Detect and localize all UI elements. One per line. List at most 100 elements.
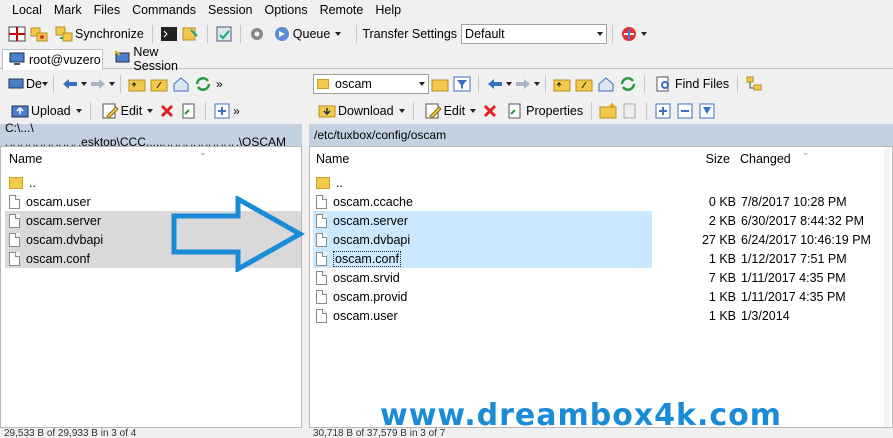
home-icon[interactable] — [597, 75, 615, 93]
table-row-selected[interactable]: oscam.server 2 KB 6/30/2017 8:44:32 PM — [313, 211, 876, 230]
queue-button[interactable]: Queue — [268, 23, 345, 45]
select-files-icon[interactable] — [213, 102, 231, 120]
more-chevron-icon[interactable]: » — [216, 77, 223, 91]
chevron-down-icon[interactable] — [109, 82, 115, 86]
menu-files[interactable]: Files — [88, 3, 126, 17]
table-row[interactable]: oscam.user 1 KB 1/3/2014 — [316, 306, 876, 325]
tab-session[interactable]: root@vuzero — [2, 49, 103, 70]
toolbar-separator — [206, 25, 208, 43]
transfer-presets-icon[interactable] — [620, 25, 638, 43]
left-path-bar[interactable]: C:\...\ ␣␣␣␣␣␣␣␣␣␣esktop\CCC.....␣␣␣␣␣␣␣… — [0, 121, 302, 149]
new-file-icon[interactable] — [621, 102, 639, 120]
select-files-icon[interactable] — [654, 102, 672, 120]
delete-icon[interactable] — [158, 102, 176, 120]
chevron-down-icon[interactable] — [534, 82, 540, 86]
chevron-down-icon — [398, 109, 405, 113]
properties-button[interactable]: Properties — [501, 100, 586, 122]
left-name-header[interactable]: Name ⌄ — [9, 147, 299, 171]
file-name: oscam.conf — [26, 251, 90, 266]
chevron-down-icon[interactable] — [81, 82, 87, 86]
left-drive-select[interactable]: De — [6, 74, 42, 94]
table-row[interactable]: oscam.ccache 0 KB 7/8/2017 10:28 PM — [316, 192, 876, 211]
chevron-down-icon — [75, 109, 82, 113]
refresh-icon[interactable] — [194, 75, 212, 93]
home-icon[interactable] — [172, 75, 190, 93]
file-size: 1 KB — [708, 251, 736, 266]
menu-local[interactable]: Local — [6, 3, 48, 17]
add-local-icon[interactable] — [8, 25, 26, 43]
toolbar-separator — [356, 25, 358, 43]
table-row-selected[interactable]: oscam.dvbapi 27 KB 6/24/2017 10:46:19 PM — [313, 230, 876, 249]
left-action-toolbar: Upload Edit » — [0, 99, 305, 123]
file-size: 27 KB — [701, 232, 736, 247]
compare-dirs-icon[interactable] — [30, 25, 48, 43]
filter-icon[interactable] — [453, 75, 471, 93]
new-folder-icon[interactable] — [599, 102, 617, 120]
unselect-files-icon[interactable] — [676, 102, 694, 120]
root-dir-icon[interactable] — [575, 75, 593, 93]
delete-icon[interactable] — [481, 102, 499, 120]
list-item[interactable]: .. — [9, 173, 299, 192]
session-tabs: root@vuzero New Session — [0, 45, 893, 73]
chevron-down-icon[interactable] — [42, 82, 48, 86]
file-changed: 7/8/2017 10:28 PM — [741, 194, 847, 209]
gear-icon[interactable] — [248, 25, 266, 43]
download-button[interactable]: Download — [313, 100, 408, 122]
chevron-down-icon[interactable] — [641, 32, 648, 36]
menu-remote[interactable]: Remote — [314, 3, 370, 17]
tab-session-label: root@vuzero — [29, 53, 101, 67]
right-name-header[interactable]: Name — [316, 147, 676, 171]
table-row[interactable]: .. — [316, 173, 876, 192]
file-changed: 1/11/2017 4:35 PM — [741, 289, 846, 304]
open-putty-icon[interactable] — [215, 25, 233, 43]
parent-dir-icon[interactable] — [128, 75, 146, 93]
right-changed-header[interactable]: Changed ⌄ — [740, 147, 880, 171]
right-scrollbar[interactable] — [884, 147, 890, 427]
back-arrow-icon[interactable] — [486, 75, 504, 93]
table-row[interactable]: oscam.provid 1 KB 1/11/2017 4:35 PM — [316, 287, 876, 306]
file-changed: 1/11/2017 4:35 PM — [741, 270, 846, 285]
file-changed: 6/24/2017 10:46:19 PM — [741, 232, 871, 247]
find-files-button[interactable]: Find Files — [650, 73, 732, 95]
forward-arrow-icon[interactable] — [89, 75, 107, 93]
keep-up-to-date-icon[interactable] — [182, 25, 200, 43]
right-nav-toolbar: oscam Find Files — [309, 72, 893, 96]
left-edit-button[interactable]: Edit — [96, 100, 157, 122]
transfer-settings-select[interactable]: Default — [461, 24, 608, 44]
table-row[interactable]: oscam.srvid 7 KB 1/11/2017 4:35 PM — [316, 268, 876, 287]
filter-icon[interactable] — [698, 102, 716, 120]
parent-dir-icon[interactable] — [553, 75, 571, 93]
open-dir-icon[interactable] — [431, 75, 449, 93]
right-folder-select[interactable]: oscam — [313, 74, 429, 94]
file-icon — [316, 289, 327, 304]
tree-view-icon[interactable] — [745, 75, 763, 93]
more-chevron-icon[interactable]: » — [233, 104, 240, 118]
back-arrow-icon[interactable] — [61, 75, 79, 93]
file-size: 2 KB — [708, 213, 736, 228]
root-dir-icon[interactable] — [150, 75, 168, 93]
upload-button[interactable]: Upload — [6, 100, 85, 122]
toolbar-separator — [644, 75, 645, 93]
forward-arrow-icon[interactable] — [514, 75, 532, 93]
right-size-header[interactable]: Size — [680, 147, 730, 171]
table-row-selected[interactable]: oscam.conf 1 KB 1/12/2017 7:51 PM — [313, 249, 876, 268]
file-changed: 1/3/2014 — [741, 308, 790, 323]
file-icon — [9, 194, 20, 209]
right-edit-button[interactable]: Edit — [419, 100, 480, 122]
queue-label: Queue — [292, 27, 331, 41]
menu-help[interactable]: Help — [369, 3, 407, 17]
menu-session[interactable]: Session — [202, 3, 258, 17]
chevron-down-icon[interactable] — [506, 82, 512, 86]
refresh-icon[interactable] — [619, 75, 637, 93]
tab-new-session[interactable]: New Session — [108, 45, 204, 73]
file-icon — [9, 251, 20, 266]
menu-mark[interactable]: Mark — [48, 3, 88, 17]
menu-options[interactable]: Options — [258, 3, 313, 17]
right-path-bar[interactable]: /etc/tuxbox/config/oscam — [309, 124, 893, 146]
left-status-text: 29,533 B of 29,933 B in 3 of 4 — [4, 428, 137, 438]
menu-commands[interactable]: Commands — [126, 3, 202, 17]
properties-icon[interactable] — [180, 102, 198, 120]
synchronize-button[interactable]: Synchronize — [50, 23, 147, 45]
file-icon — [9, 213, 20, 228]
terminal-icon[interactable] — [160, 25, 178, 43]
